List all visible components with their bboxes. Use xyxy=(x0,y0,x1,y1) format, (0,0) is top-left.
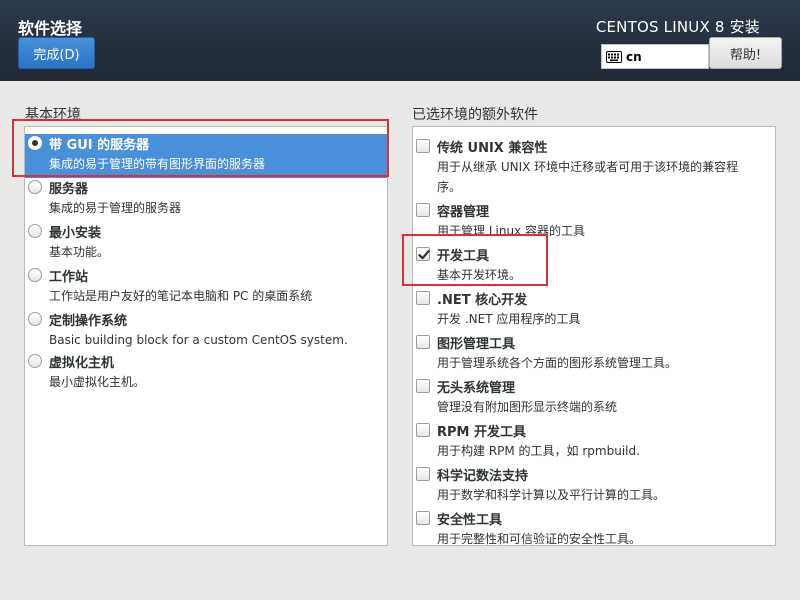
checkbox[interactable] xyxy=(416,467,430,481)
env-item-desc: 工作站是用户友好的笔记本电脑和 PC 的桌面系统 xyxy=(49,289,313,303)
addon-item-headless-management[interactable]: 无头系统管理 管理没有附加图形显示终端的系统 xyxy=(413,377,775,421)
highlight-box-gui-server xyxy=(12,119,389,177)
env-item-desc: 基本功能。 xyxy=(49,245,110,259)
highlight-box-dev-tools xyxy=(402,234,548,286)
env-item-desc: 集成的易于管理的服务器 xyxy=(49,201,182,215)
addon-item-name: 传统 UNIX 兼容性 xyxy=(437,141,548,156)
addon-item-desc: 用于构建 RPM 的工具，如 rpmbuild. xyxy=(437,444,640,458)
checkbox[interactable] xyxy=(416,335,430,349)
keyboard-layout-indicator[interactable]: cn xyxy=(601,44,709,69)
checkbox[interactable] xyxy=(416,291,430,305)
keyboard-icon xyxy=(606,50,622,63)
env-item-workstation[interactable]: 工作站 工作站是用户友好的笔记本电脑和 PC 的桌面系统 xyxy=(25,266,387,310)
env-item-name: 最小安装 xyxy=(49,226,102,241)
env-item-name: 虚拟化主机 xyxy=(49,356,115,371)
addon-item-name: 安全性工具 xyxy=(437,513,503,528)
addons-list: 传统 UNIX 兼容性 用于从继承 UNIX 环境中迁移或者可用于该环境的兼容程… xyxy=(412,126,776,546)
env-item-name: 工作站 xyxy=(49,270,89,285)
addon-item-name: 科学记数法支持 xyxy=(437,469,529,484)
addon-item-desc: 开发 .NET 应用程序的工具 xyxy=(437,312,581,326)
addon-item-desc: 用于数学和科学计算以及平行计算的工具。 xyxy=(437,488,666,502)
checkbox[interactable] xyxy=(416,423,430,437)
addon-item-security-tools[interactable]: 安全性工具 用于完整性和可信验证的安全性工具。 xyxy=(413,509,775,546)
addon-item-name: 无头系统管理 xyxy=(437,381,516,396)
base-environment-list: 带 GUI 的服务器 集成的易于管理的带有图形界面的服务器 服务器 集成的易于管… xyxy=(24,126,388,546)
radio-button[interactable] xyxy=(28,224,42,238)
done-button[interactable]: 完成(D) xyxy=(18,37,95,69)
env-item-minimal[interactable]: 最小安装 基本功能。 xyxy=(25,222,387,266)
addon-item-desc: 用于管理系统各个方面的图形系统管理工具。 xyxy=(437,356,678,370)
addon-item-dotnet-core[interactable]: .NET 核心开发 开发 .NET 应用程序的工具 xyxy=(413,289,775,333)
help-button[interactable]: 帮助! xyxy=(709,37,782,69)
env-item-virtualization-host[interactable]: 虚拟化主机 最小虚拟化主机。 xyxy=(25,352,387,396)
header-bar: 软件选择 完成(D) CENTOS LINUX 8 安装 cn 帮助! xyxy=(0,0,800,81)
addon-item-name: .NET 核心开发 xyxy=(437,293,528,308)
env-item-name: 服务器 xyxy=(49,182,89,197)
addon-item-rpm-development[interactable]: RPM 开发工具 用于构建 RPM 的工具，如 rpmbuild. xyxy=(413,421,775,465)
env-item-name: 定制操作系统 xyxy=(49,314,128,329)
radio-button[interactable] xyxy=(28,312,42,326)
checkbox[interactable] xyxy=(416,379,430,393)
addon-item-desc: 管理没有附加图形显示终端的系统 xyxy=(437,400,618,414)
radio-button[interactable] xyxy=(28,268,42,282)
radio-button[interactable] xyxy=(28,180,42,194)
env-item-desc: 最小虚拟化主机。 xyxy=(49,375,146,389)
installer-title: CENTOS LINUX 8 安装 xyxy=(595,18,760,36)
checkbox[interactable] xyxy=(416,139,430,153)
addon-item-name: RPM 开发工具 xyxy=(437,425,527,440)
addon-item-name: 图形管理工具 xyxy=(437,337,516,352)
radio-button[interactable] xyxy=(28,354,42,368)
env-item-server[interactable]: 服务器 集成的易于管理的服务器 xyxy=(25,178,387,222)
addon-item-scientific-support[interactable]: 科学记数法支持 用于数学和科学计算以及平行计算的工具。 xyxy=(413,465,775,509)
addon-item-desc: 用于完整性和可信验证的安全性工具。 xyxy=(437,532,642,546)
addon-item-graphical-admin-tools[interactable]: 图形管理工具 用于管理系统各个方面的图形系统管理工具。 xyxy=(413,333,775,377)
keyboard-layout-label: cn xyxy=(626,49,642,64)
addon-item-desc: 用于从继承 UNIX 环境中迁移或者可用于该环境的兼容程 序。 xyxy=(437,160,739,194)
addons-label: 已选环境的额外软件 xyxy=(412,107,538,123)
env-item-custom-os[interactable]: 定制操作系统 Basic building block for a custom… xyxy=(25,310,387,354)
addon-item-name: 容器管理 xyxy=(437,205,490,220)
checkbox[interactable] xyxy=(416,203,430,217)
addon-item-legacy-unix[interactable]: 传统 UNIX 兼容性 用于从继承 UNIX 环境中迁移或者可用于该环境的兼容程… xyxy=(413,137,775,201)
page-title: 软件选择 xyxy=(18,19,83,38)
checkbox[interactable] xyxy=(416,511,430,525)
env-item-desc: Basic building block for a custom CentOS… xyxy=(49,333,348,347)
